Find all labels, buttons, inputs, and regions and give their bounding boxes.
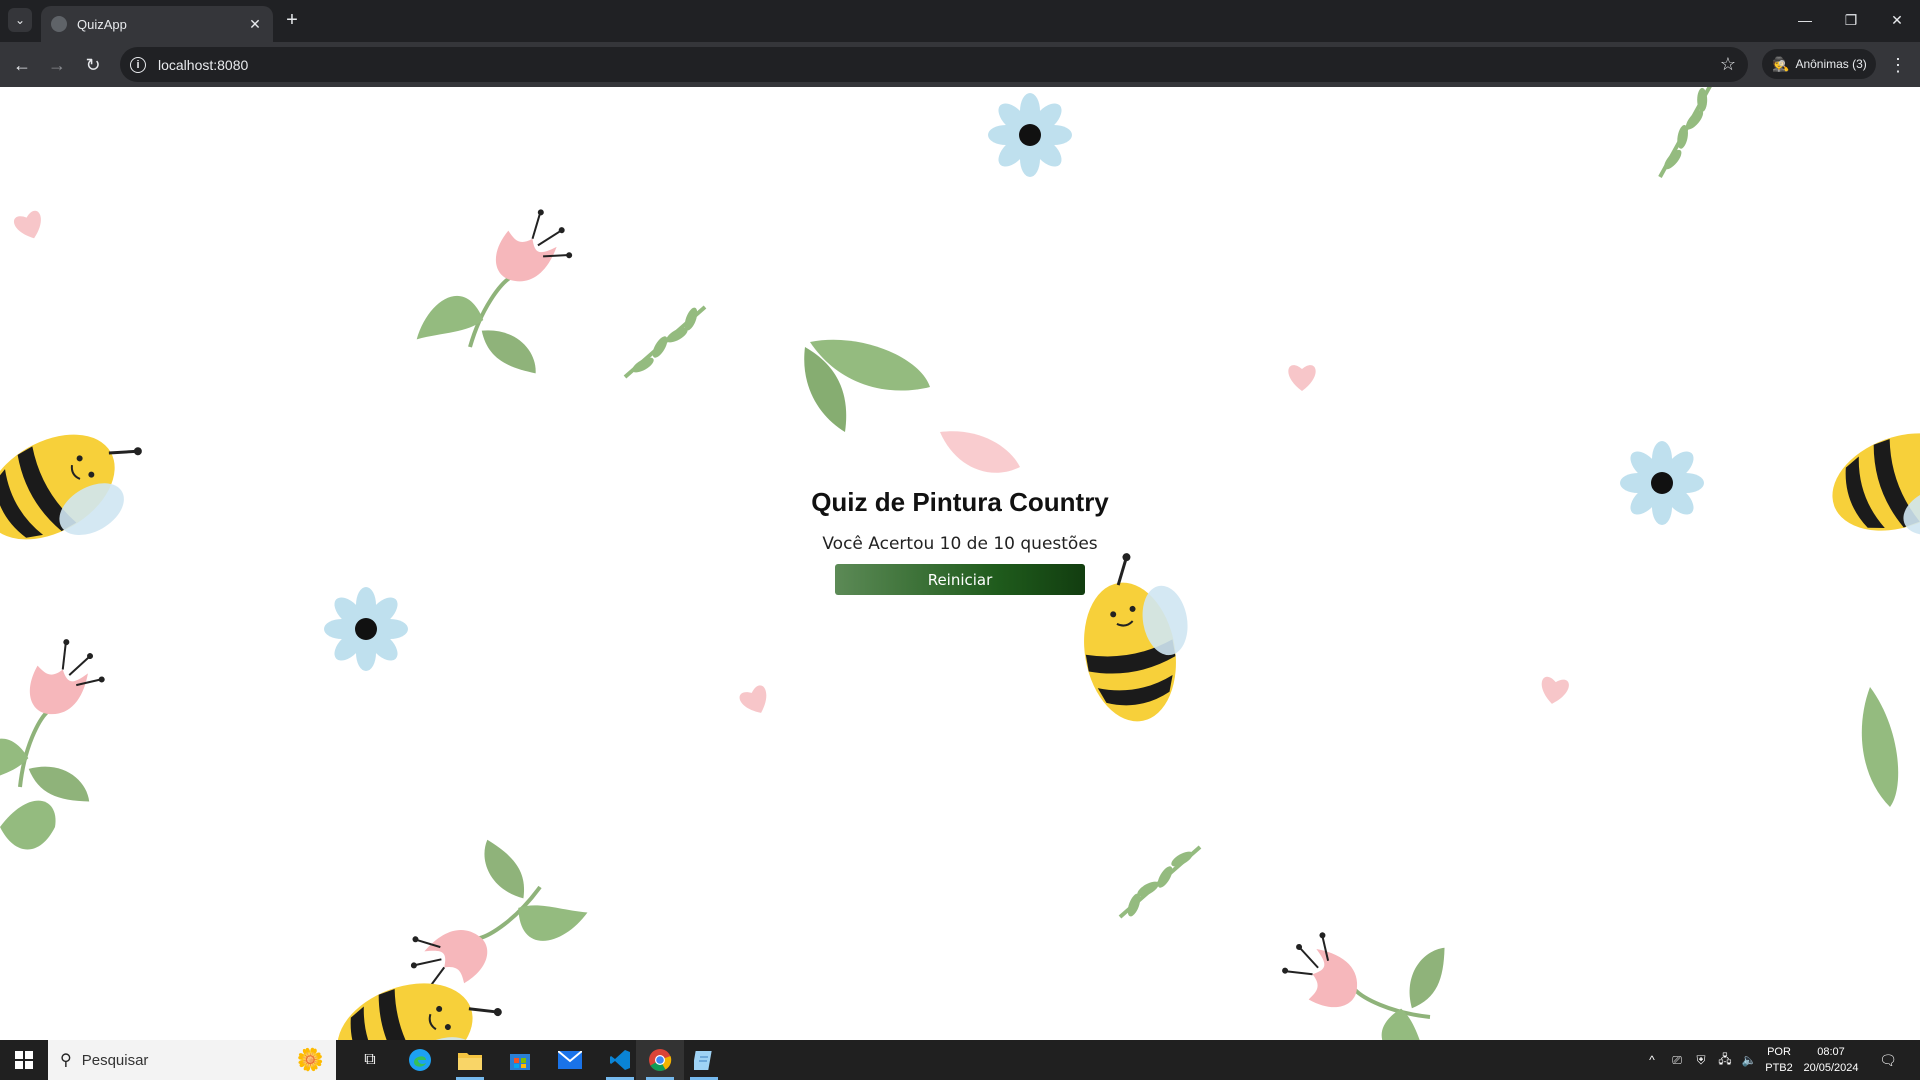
search-highlight-flower-icon: 🌼 [296, 1047, 324, 1072]
restart-button[interactable]: Reiniciar [835, 564, 1085, 595]
browser-toolbar: ← → ↻ i localhost:8080 ☆ 🕵 Anônimas (3) … [0, 42, 1920, 87]
language-code: POR [1767, 1046, 1791, 1058]
microsoft-store-icon[interactable] [496, 1040, 544, 1080]
task-view-icon[interactable]: ⧉ [346, 1040, 394, 1080]
notifications-icon[interactable]: 🗨 [1872, 1040, 1904, 1080]
kebab-menu-icon[interactable]: ⋮ [1886, 52, 1910, 78]
quiz-result-card: Quiz de Pintura Country Você Acertou 10 … [810, 487, 1110, 595]
bookmark-star-icon[interactable]: ☆ [1720, 54, 1736, 75]
clock-time: 08:07 [1817, 1046, 1845, 1058]
address-bar[interactable]: i localhost:8080 ☆ [120, 47, 1748, 82]
keyboard-language-indicator[interactable]: POR PTB2 [1762, 1044, 1796, 1076]
notepad-icon[interactable] [680, 1040, 728, 1080]
security-icon[interactable]: ⛨ [1690, 1040, 1712, 1080]
show-hidden-icons-chevron-up-icon[interactable]: ^ [1640, 1040, 1664, 1080]
chrome-icon[interactable] [636, 1040, 684, 1080]
clock-date: 20/05/2024 [1803, 1062, 1859, 1074]
reload-icon[interactable]: ↻ [80, 52, 106, 78]
taskbar-search-placeholder: Pesquisar [81, 1051, 149, 1069]
incognito-icon: 🕵 [1772, 55, 1790, 72]
incognito-label: Anônimas (3) [1795, 57, 1867, 71]
back-arrow-left-icon[interactable]: ← [9, 52, 35, 78]
incognito-profile-button[interactable]: 🕵 Anônimas (3) [1762, 49, 1876, 79]
edge-browser-icon[interactable] [396, 1040, 444, 1080]
mail-icon[interactable] [546, 1040, 594, 1080]
quiz-title: Quiz de Pintura Country [811, 487, 1109, 517]
search-icon: ⚲ [60, 1052, 72, 1069]
start-windows-icon[interactable] [0, 1040, 48, 1080]
tab-search-chevron-down-icon[interactable]: ⌄ [8, 8, 32, 32]
windows-taskbar: ⚲ Pesquisar 🌼 ⧉ ^ ⎚ ⛨ 🖧 🔈 POR PTB2 08:07… [0, 1040, 1920, 1080]
meet-now-icon[interactable]: ⎚ [1666, 1040, 1688, 1080]
browser-tab-quizapp[interactable]: QuizApp ✕ [41, 6, 273, 42]
file-explorer-icon[interactable] [446, 1040, 494, 1080]
network-icon[interactable]: 🖧 [1714, 1040, 1736, 1080]
taskbar-search-box[interactable]: ⚲ Pesquisar 🌼 [48, 1040, 336, 1080]
restore-icon[interactable]: ❐ [1836, 8, 1866, 32]
tab-title: QuizApp [77, 16, 127, 32]
address-url[interactable]: localhost:8080 [158, 57, 1720, 73]
browser-tab-bar: ⌄ QuizApp ✕ + — ❐ ✕ [0, 0, 1920, 42]
volume-icon[interactable]: 🔈 [1738, 1040, 1760, 1080]
page-viewport: Quiz de Pintura Country Você Acertou 10 … [0, 87, 1920, 1040]
close-window-icon[interactable]: ✕ [1882, 8, 1912, 32]
new-tab-plus-icon[interactable]: + [282, 9, 302, 31]
clock[interactable]: 08:07 20/05/2024 [1798, 1044, 1864, 1076]
keyboard-layout: PTB2 [1765, 1062, 1793, 1074]
quiz-score-text: Você Acertou 10 de 10 questões [822, 534, 1098, 554]
favicon-icon [51, 16, 67, 32]
close-tab-icon[interactable]: ✕ [245, 14, 265, 34]
site-info-icon[interactable]: i [130, 56, 146, 73]
forward-arrow-right-icon[interactable]: → [44, 52, 70, 78]
minimize-icon[interactable]: — [1790, 8, 1820, 32]
